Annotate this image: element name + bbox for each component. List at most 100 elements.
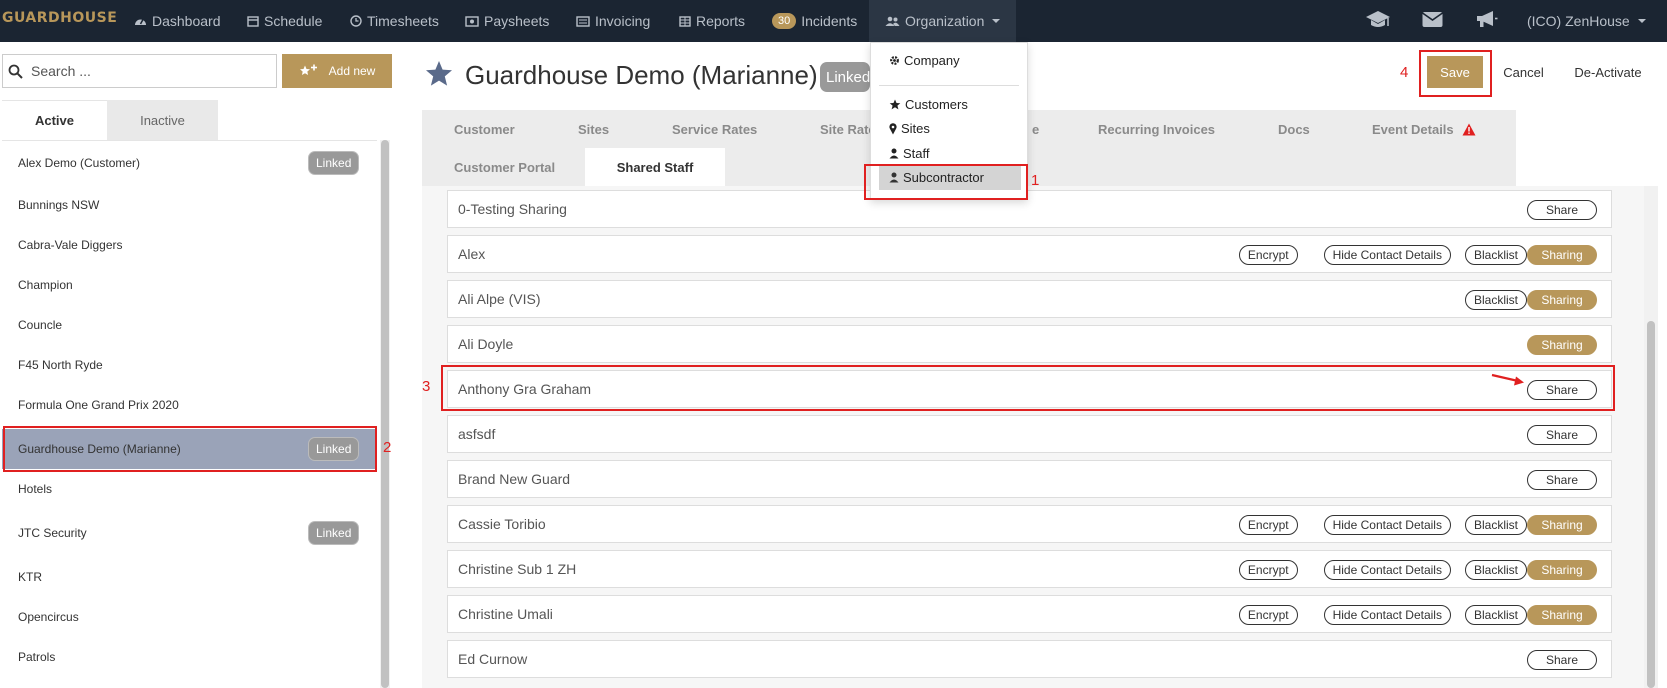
blacklist-button[interactable]: Blacklist [1464,245,1527,265]
list-item[interactable]: JTC Security Linked [2,509,377,557]
list-item[interactable]: Alex Demo (Customer) Linked [2,141,377,185]
share-button[interactable]: Share [1527,425,1597,445]
staff-name: Christine Umali [458,606,553,622]
bullhorn-icon[interactable] [1476,10,1498,29]
list-item[interactable]: Hotels [2,469,377,509]
encrypt-button[interactable]: Encrypt [1238,605,1298,625]
nav-paysheets[interactable]: Paysheets [465,0,549,42]
sharing-button[interactable]: Sharing [1527,290,1597,310]
menu-item-customers[interactable]: Customers [889,97,968,112]
envelope-icon[interactable] [1422,11,1443,28]
tab-partial[interactable]: e [1032,110,1039,148]
nav-label: Dashboard [152,13,221,29]
scrollbar-thumb[interactable] [381,140,389,688]
sharing-button[interactable]: Sharing [1527,560,1597,580]
nav-organization[interactable]: Organization [869,0,1017,42]
search-icon [8,64,23,79]
list-item[interactable]: KTR [2,557,377,597]
list-item[interactable]: Champion [2,265,377,305]
list-item[interactable]: Cabra-Vale Diggers [2,225,377,265]
nav-reports[interactable]: Reports [679,0,745,42]
annotation-box-1 [864,164,1028,200]
encrypt-button[interactable]: Encrypt [1238,515,1298,535]
hide-contact-details-button[interactable]: Hide Contact Details [1323,605,1451,625]
sharing-button[interactable]: Sharing [1527,605,1597,625]
nav-timesheets[interactable]: Timesheets [350,0,439,42]
menu-item-staff[interactable]: Staff [889,146,930,161]
share-button[interactable]: Share [1527,470,1597,490]
staff-name: Ed Curnow [458,651,528,667]
share-button[interactable]: Share [1527,650,1597,670]
status-tabs: Active Inactive [2,100,218,140]
customer-name: Alex Demo (Customer) [18,156,141,170]
menu-item-company[interactable]: Company [889,53,960,68]
sharing-button[interactable]: Sharing [1527,515,1597,535]
tab-customer-portal[interactable]: Customer Portal [454,148,555,186]
blacklist-button[interactable]: Blacklist [1464,605,1527,625]
scrollbar-thumb[interactable] [1647,321,1655,688]
annotation-box-3 [441,365,1615,411]
search-box [2,54,277,88]
list-scrollbar[interactable] [380,140,390,688]
tab-inactive[interactable]: Inactive [107,100,218,140]
menu-item-sites[interactable]: Sites [889,121,930,136]
encrypt-button[interactable]: Encrypt [1238,560,1298,580]
staff-name: Cassie Toribio [458,516,546,532]
tab-recurring-invoices[interactable]: Recurring Invoices [1098,110,1215,148]
list-item[interactable]: Patrols [2,637,377,677]
table-row: Christine Umali Encrypt Hide Contact Det… [447,595,1612,633]
customer-name: JTC Security [18,526,87,540]
table-row: Cassie Toribio Encrypt Hide Contact Deta… [447,505,1612,543]
hide-contact-details-button[interactable]: Hide Contact Details [1323,245,1451,265]
menu-item-label: Company [904,53,960,68]
list-item[interactable]: F45 North Ryde [2,345,377,385]
customer-name: F45 North Ryde [18,358,103,372]
staff-name: Alex [458,246,486,262]
nav-label: Timesheets [367,13,439,29]
add-new-button[interactable]: Add new [282,54,392,88]
sharing-button[interactable]: Sharing [1527,335,1597,355]
tab-active[interactable]: Active [2,100,107,140]
encrypt-button[interactable]: Encrypt [1238,245,1298,265]
tab-event-details[interactable]: Event Details [1372,110,1476,148]
sharing-button[interactable]: Sharing [1527,245,1597,265]
nav-dashboard[interactable]: Dashboard [134,0,221,42]
customer-name: Hotels [18,482,53,496]
nav-invoicing[interactable]: Invoicing [576,0,650,42]
cancel-button[interactable]: Cancel [1491,56,1556,88]
menu-item-label: Sites [901,121,930,136]
tab-docs[interactable]: Docs [1278,110,1310,148]
blacklist-button[interactable]: Blacklist [1464,560,1527,580]
share-button[interactable]: Share [1527,200,1597,220]
main-scrollbar[interactable] [1644,186,1658,688]
annotation-box-4 [1419,50,1492,97]
warning-icon [1462,123,1476,135]
customer-name: Cabra-Vale Diggers [18,238,123,252]
blacklist-button[interactable]: Blacklist [1464,515,1527,535]
tab-sites[interactable]: Sites [578,110,609,148]
gear-icon [890,56,899,65]
favorite-star-icon[interactable] [425,60,453,87]
staff-name: asfsdf [458,426,496,442]
logo[interactable]: GUARDHOUSE [2,10,117,26]
hide-contact-details-button[interactable]: Hide Contact Details [1323,515,1451,535]
list-item[interactable]: Bunnings NSW [2,185,377,225]
account-menu[interactable]: (ICO) ZenHouse [1527,0,1646,42]
tab-label: Event Details [1372,121,1454,137]
blacklist-button[interactable]: Blacklist [1464,290,1527,310]
hide-contact-details-button[interactable]: Hide Contact Details [1323,560,1451,580]
tab-service-rates[interactable]: Service Rates [672,110,757,148]
annotation-number-2: 2 [383,439,392,456]
graduation-cap-icon[interactable] [1365,9,1391,31]
nav-incidents[interactable]: 30 Incidents [772,0,857,42]
calendar-icon [247,16,259,27]
tab-shared-staff[interactable]: Shared Staff [585,148,725,186]
list-item[interactable]: Formula One Grand Prix 2020 [2,385,377,425]
table-row: Christine Sub 1 ZH Encrypt Hide Contact … [447,550,1612,588]
tab-customer[interactable]: Customer [454,110,515,148]
list-item[interactable]: Opencircus [2,597,377,637]
nav-schedule[interactable]: Schedule [247,0,322,42]
search-input[interactable] [29,62,269,80]
list-item[interactable]: Councle [2,305,377,345]
deactivate-button[interactable]: De-Activate [1564,56,1652,88]
